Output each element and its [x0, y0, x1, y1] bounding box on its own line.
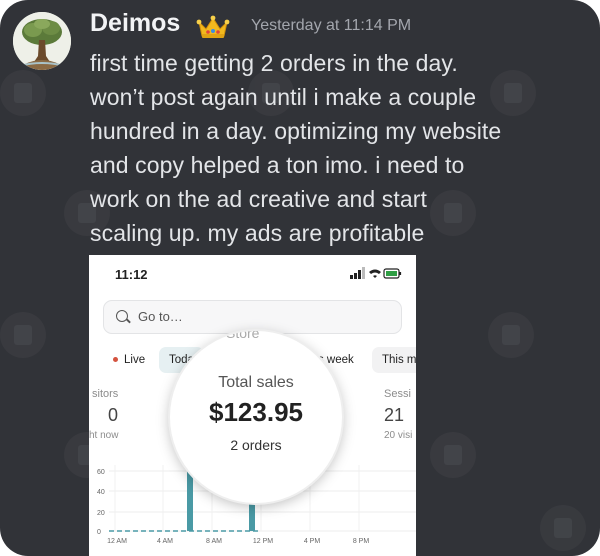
- visitors-label: sitors: [92, 388, 119, 400]
- total-sales-label: Total sales: [218, 374, 294, 391]
- chart-x-tick: 4 AM: [157, 538, 173, 545]
- chip-live[interactable]: Live: [103, 347, 156, 373]
- chart-x-tick: 8 PM: [353, 538, 370, 545]
- chart-y-tick: 40: [97, 489, 105, 496]
- magnifier-lens: Store Total sales $123.95 2 orders: [170, 331, 342, 503]
- store-heading-partial: Store: [226, 331, 260, 341]
- visitors-sub: ht now: [89, 430, 119, 441]
- status-bar-icons: [350, 267, 402, 282]
- search-icon: [116, 310, 128, 322]
- message-timestamp: Yesterday at 11:14 PM: [251, 17, 412, 34]
- chart-y-tick: 60: [97, 469, 105, 476]
- status-bar-time: 11:12: [115, 267, 148, 282]
- message-line: won’t post again until i make a couple: [90, 84, 477, 110]
- chart-x-tick: 4 PM: [304, 538, 321, 545]
- watermark-icon: [0, 70, 46, 116]
- sessions-value: 21: [384, 405, 405, 425]
- message-line: and copy helped a ton imo. i need to: [90, 152, 465, 178]
- sessions-sub: 20 visi: [384, 430, 413, 441]
- watermark-icon: [488, 312, 534, 358]
- message-text: first time getting 2 orders in the day. …: [90, 46, 590, 250]
- chart-x-tick: 12 PM: [253, 538, 273, 545]
- message-line: scaling up. my ads are profitable: [90, 220, 425, 246]
- chip-label: Live: [124, 354, 146, 366]
- chart-y-tick: 20: [97, 510, 105, 517]
- watermark-icon: [540, 505, 586, 551]
- visitors-value: 0: [108, 405, 119, 425]
- orders-count: 2 orders: [230, 437, 282, 453]
- sessions-label: Sessi: [384, 388, 411, 400]
- total-sales-amount: $123.95: [209, 397, 303, 427]
- chip-label: This m: [382, 354, 416, 366]
- chart-y-tick: 0: [97, 529, 101, 536]
- live-dot-icon: [113, 357, 118, 363]
- author-name[interactable]: Deimos: [90, 9, 180, 38]
- watermark-icon: [0, 312, 46, 358]
- attached-screenshot[interactable]: 11:12 Go to… Live Toda his week This m s…: [89, 255, 416, 556]
- message-line: work on the ad creative and start: [90, 186, 427, 212]
- search-placeholder: Go to…: [138, 309, 183, 324]
- chart-x-tick: 12 AM: [107, 538, 127, 545]
- crown-icon: [196, 14, 230, 40]
- chip-this-month[interactable]: This m: [372, 347, 416, 373]
- avatar[interactable]: [13, 12, 71, 70]
- chart-x-tick: 8 AM: [206, 538, 222, 545]
- message-line: hundred in a day. optimizing my website: [90, 118, 502, 144]
- tree-icon: [13, 12, 71, 70]
- chat-message-card: Deimos Yesterday at 11:14 PM first time …: [0, 0, 600, 556]
- search-input[interactable]: Go to…: [103, 300, 402, 334]
- watermark-icon: [430, 432, 476, 478]
- message-line: first time getting 2 orders in the day.: [90, 50, 458, 76]
